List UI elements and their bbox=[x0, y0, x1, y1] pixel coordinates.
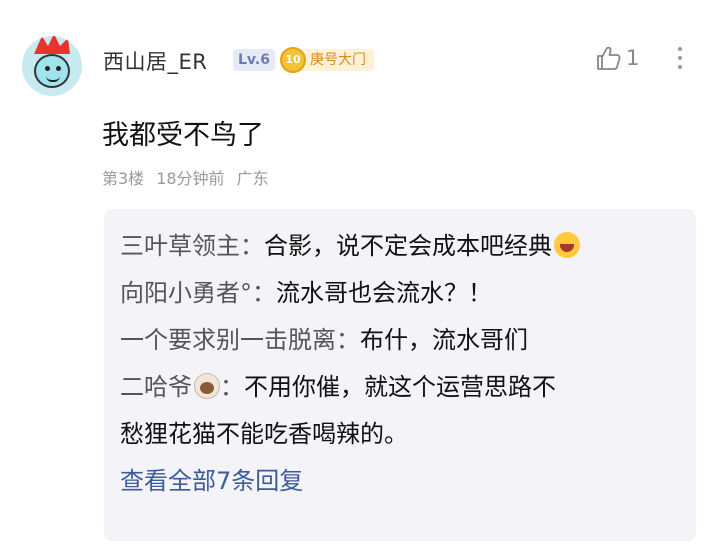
floor-number: 第3楼 bbox=[102, 169, 145, 188]
hat-icon bbox=[34, 36, 70, 54]
level-badge: Lv.6 bbox=[233, 49, 275, 71]
reply-item-continued: 愁狸花猫不能吃香喝辣的。 bbox=[120, 411, 696, 458]
username[interactable]: 西山居_ER bbox=[103, 46, 207, 76]
reply-text: 合影，说不定会成本吧经典 bbox=[264, 232, 552, 260]
comment-text: 我都受不鸟了 bbox=[102, 120, 264, 151]
fan-badge-label: 庚号大门 bbox=[298, 49, 374, 71]
location: 广东 bbox=[236, 169, 269, 188]
reply-item[interactable]: 二哈爷 ：不用你催，就这个运营思路不 bbox=[120, 364, 696, 411]
like-button[interactable]: 1 bbox=[594, 44, 639, 72]
dog-emoji-icon bbox=[194, 373, 220, 399]
reply-text: 流水哥也会流水？！ bbox=[276, 279, 492, 307]
thumbs-up-icon bbox=[597, 46, 621, 70]
reply-item[interactable]: 向阳小勇者°：流水哥也会流水？！ bbox=[120, 270, 696, 317]
reply-text: 愁狸花猫不能吃香喝辣的。 bbox=[120, 420, 408, 448]
avatar[interactable] bbox=[22, 36, 82, 96]
more-vertical-icon[interactable] bbox=[676, 44, 684, 74]
replies-panel: 三叶草领主：合影，说不定会成本吧经典 向阳小勇者°：流水哥也会流水？！ 一个要求… bbox=[104, 209, 696, 541]
reply-author[interactable]: 向阳小勇者°： bbox=[120, 279, 276, 307]
view-all-replies-link[interactable]: 查看全部7条回复 bbox=[120, 458, 696, 505]
reply-item[interactable]: 三叶草领主：合影，说不定会成本吧经典 bbox=[120, 223, 696, 270]
reply-author[interactable]: 二哈爷 bbox=[120, 373, 192, 401]
fan-badge[interactable]: 10 庚号大门 bbox=[280, 47, 374, 73]
medal-icon: 10 bbox=[280, 47, 306, 73]
comment-meta: 第3楼 18分钟前 广东 bbox=[102, 165, 269, 189]
avatar-face bbox=[34, 54, 70, 88]
reply-text: 布什，流水哥们 bbox=[360, 326, 528, 354]
reply-text: 不用你催，就这个运营思路不 bbox=[244, 373, 556, 401]
laughing-emoji-icon bbox=[554, 232, 580, 258]
reply-item[interactable]: 一个要求别一击脱离：布什，流水哥们 bbox=[120, 317, 696, 364]
like-count: 1 bbox=[626, 46, 640, 70]
post-time: 18分钟前 bbox=[156, 169, 225, 188]
reply-separator: ： bbox=[220, 373, 244, 401]
reply-author[interactable]: 一个要求别一击脱离： bbox=[120, 326, 360, 354]
reply-author[interactable]: 三叶草领主： bbox=[120, 232, 264, 260]
